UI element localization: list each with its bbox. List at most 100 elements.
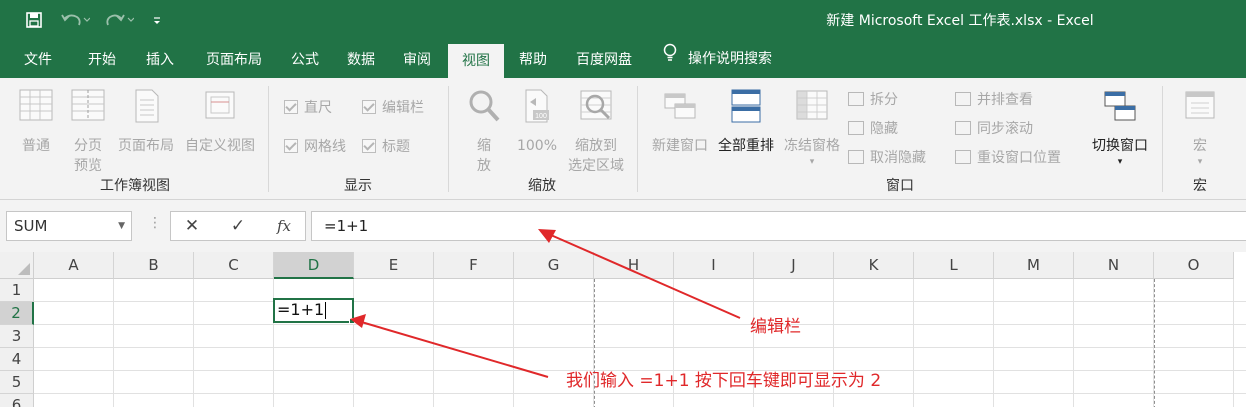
sync-scroll-icon [955,121,971,135]
text-caret [325,302,327,319]
grid-column-line [1233,279,1234,407]
page-layout-view-button[interactable]: 页面布局 [114,88,178,156]
tab-view[interactable]: 视图 [448,44,504,78]
customize-icon[interactable] [150,10,164,30]
undo-icon[interactable] [58,10,92,30]
save-icon[interactable] [24,10,44,30]
name-box[interactable]: SUM ▼ [6,211,132,241]
tab-formulas[interactable]: 公式 [278,40,332,78]
row-header-5[interactable]: 5 [0,371,34,394]
grid-column-line [193,279,194,407]
ruler-checkbox[interactable]: 直尺 [284,96,332,118]
column-header-k[interactable]: K [834,252,914,279]
zoom-to-selection-label-2: 选定区域 [568,158,624,174]
sync-scroll-button[interactable]: 同步滚动 [955,117,1033,139]
hide-button[interactable]: 隐藏 [848,117,898,139]
row-header-6[interactable]: 6 [0,394,34,407]
column-header-a[interactable]: A [34,252,114,279]
column-header-j[interactable]: J [754,252,834,279]
freeze-panes-icon [780,88,844,130]
gridlines-checkbox[interactable]: 网格线 [284,135,346,157]
tab-help[interactable]: 帮助 [508,40,558,78]
tab-insert[interactable]: 插入 [132,40,188,78]
cancel-icon[interactable]: ✕ [177,214,207,238]
page-layout-view-label: 页面布局 [118,138,174,154]
tab-baidu-netdisk[interactable]: 百度网盘 [566,40,642,78]
macros-button[interactable]: 宏 ▾ [1176,88,1224,168]
arrange-all-button[interactable]: 全部重排 [714,88,778,156]
unhide-button[interactable]: 取消隐藏 [848,146,926,168]
grid-column-line [433,279,434,407]
column-header-l[interactable]: L [914,252,994,279]
column-header-f[interactable]: F [434,252,514,279]
tell-me-label: 操作说明搜索 [688,51,772,67]
zoom-100-label: 100% [516,138,558,154]
new-window-icon [648,88,712,130]
select-all-button[interactable] [0,252,34,279]
tab-file[interactable]: 文件 [10,40,66,78]
fill-handle[interactable] [349,318,355,324]
formula-input[interactable]: =1+1 [311,211,1246,241]
split-button[interactable]: 拆分 [848,88,898,110]
redo-icon[interactable] [102,10,136,30]
headings-checkbox[interactable]: 标题 [362,135,410,157]
checkbox-icon [284,139,298,153]
switch-windows-button[interactable]: 切换窗口 ▾ [1088,88,1152,168]
column-header-c[interactable]: C [194,252,274,279]
active-cell-value: =1+1 [277,300,325,319]
tab-data[interactable]: 数据 [336,40,386,78]
column-header-g[interactable]: G [514,252,594,279]
title-bar: 新建 Microsoft Excel 工作表.xlsx - Excel [0,0,1246,40]
column-header-o[interactable]: O [1154,252,1234,279]
custom-views-label: 自定义视图 [185,138,255,154]
ribbon-separator [268,86,269,192]
custom-views-button[interactable]: 自定义视图 [180,88,260,156]
zoom-to-selection-label-1: 缩放到 [575,138,617,154]
row-header-2[interactable]: 2 [0,302,34,325]
zoom-to-selection-button[interactable]: 缩放到 选定区域 [562,88,630,176]
new-window-button[interactable]: 新建窗口 [648,88,712,156]
unhide-icon [848,150,864,164]
workbook-views-group-label: 工作簿视图 [100,178,170,194]
tab-review[interactable]: 审阅 [392,40,442,78]
zoom-100-button[interactable]: 100 100% [514,88,560,156]
column-header-e[interactable]: E [354,252,434,279]
row-header-1[interactable]: 1 [0,279,34,302]
split-icon [848,92,864,106]
zoom-group-label: 缩放 [528,178,556,194]
side-by-side-icon [955,92,971,106]
tell-me-search[interactable]: 操作说明搜索 [662,40,772,78]
insert-function-button[interactable]: fx [269,214,299,238]
column-header-i[interactable]: I [674,252,754,279]
column-header-h[interactable]: H [594,252,674,279]
active-cell-d2[interactable]: =1+1 [273,298,354,323]
column-header-d[interactable]: D [274,252,354,279]
ribbon-separator [448,86,449,192]
reset-window-position-button[interactable]: 重设窗口位置 [955,146,1061,168]
tab-home[interactable]: 开始 [74,40,130,78]
cell-annotation: 我们输入 =1+1 按下回车键即可显示为 2 [566,371,882,391]
column-header-b[interactable]: B [114,252,194,279]
grid-column-line [513,279,514,407]
hide-label: 隐藏 [870,121,898,137]
row-header-3[interactable]: 3 [0,325,34,348]
grid-column-line [1073,279,1074,407]
column-header-n[interactable]: N [1074,252,1154,279]
formula-bar-checkbox[interactable]: 编辑栏 [362,96,424,118]
chevron-down-icon: ▾ [809,157,815,167]
split-label: 拆分 [870,92,898,108]
row-header-4[interactable]: 4 [0,348,34,371]
switch-windows-icon [1088,88,1152,130]
chevron-down-icon[interactable]: ▼ [118,212,125,240]
freeze-panes-button[interactable]: 冻结窗格 ▾ [780,88,844,168]
tab-page-layout[interactable]: 页面布局 [196,40,272,78]
zoom-button[interactable]: 缩 放 [460,88,508,176]
name-box-value: SUM [14,217,48,235]
enter-icon[interactable]: ✓ [223,214,253,238]
checkbox-icon [284,100,298,114]
side-by-side-button[interactable]: 并排查看 [955,88,1033,110]
column-header-m[interactable]: M [994,252,1074,279]
reset-position-icon [955,150,971,164]
normal-view-button[interactable]: 普通 [12,88,60,156]
page-break-preview-button[interactable]: 分页 预览 [64,88,112,176]
